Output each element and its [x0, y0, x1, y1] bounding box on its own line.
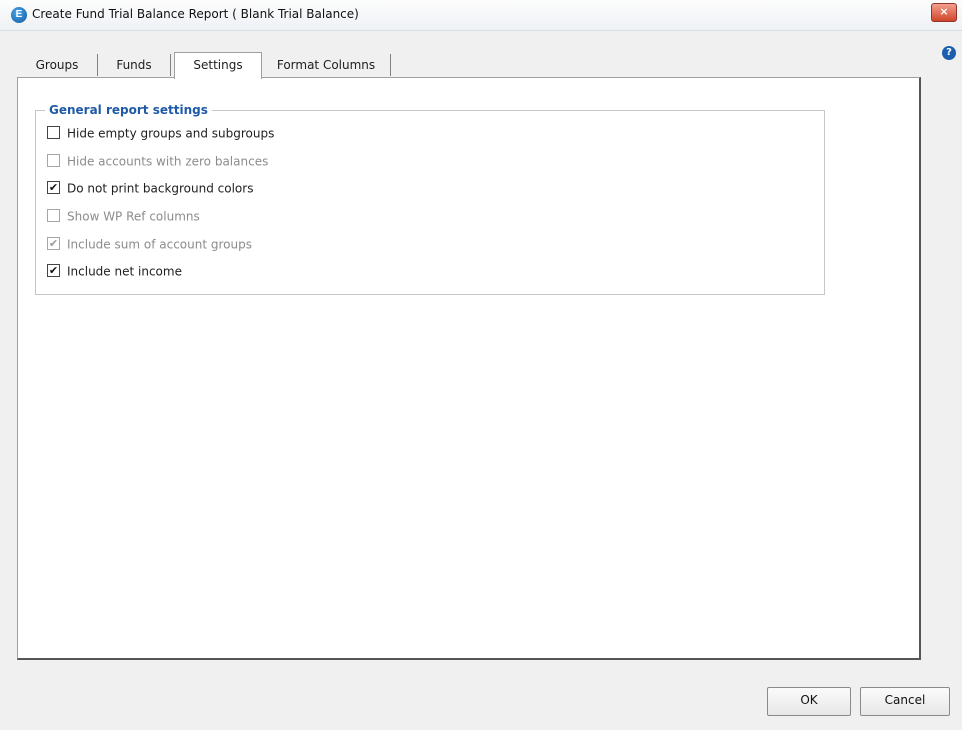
window-title: Create Fund Trial Balance Report ( Blank…	[32, 7, 359, 21]
option-include-sum-groups: ✔ Include sum of account groups	[47, 234, 252, 254]
tab-funds[interactable]: Funds	[98, 54, 171, 76]
checkbox: ✔	[47, 237, 60, 250]
cancel-button[interactable]: Cancel	[860, 687, 950, 716]
option-hide-zero-accounts: Hide accounts with zero balances	[47, 151, 268, 171]
checkbox[interactable]: ✔	[47, 181, 60, 194]
tab-groups[interactable]: Groups	[17, 54, 98, 76]
option-label: Show WP Ref columns	[67, 209, 200, 224]
option-show-wp-ref: Show WP Ref columns	[47, 206, 200, 226]
option-hide-empty-groups[interactable]: Hide empty groups and subgroups	[47, 123, 274, 143]
option-label: Hide empty groups and subgroups	[67, 126, 275, 141]
help-icon[interactable]: ?	[942, 46, 956, 60]
close-button[interactable]: ×	[931, 3, 957, 22]
settings-panel: General report settings Hide empty group…	[17, 77, 921, 660]
ok-button[interactable]: OK	[767, 687, 851, 716]
tab-settings[interactable]: Settings	[174, 52, 262, 79]
option-label: Hide accounts with zero balances	[67, 154, 269, 169]
title-bar: E Create Fund Trial Balance Report ( Bla…	[0, 0, 962, 31]
app-logo-icon: E	[11, 7, 27, 23]
option-label: Include net income	[67, 264, 182, 279]
option-no-background-colors[interactable]: ✔ Do not print background colors	[47, 178, 253, 198]
option-label: Do not print background colors	[67, 181, 254, 196]
option-label: Include sum of account groups	[67, 237, 252, 252]
checkbox[interactable]	[47, 126, 60, 139]
checkbox[interactable]: ✔	[47, 264, 60, 277]
checkbox	[47, 154, 60, 167]
checkbox	[47, 209, 60, 222]
option-include-net-income[interactable]: ✔ Include net income	[47, 261, 182, 281]
tab-format-columns[interactable]: Format Columns	[262, 54, 391, 76]
tab-strip: Groups Funds Settings Format Columns	[17, 52, 917, 79]
group-title: General report settings	[49, 103, 208, 117]
